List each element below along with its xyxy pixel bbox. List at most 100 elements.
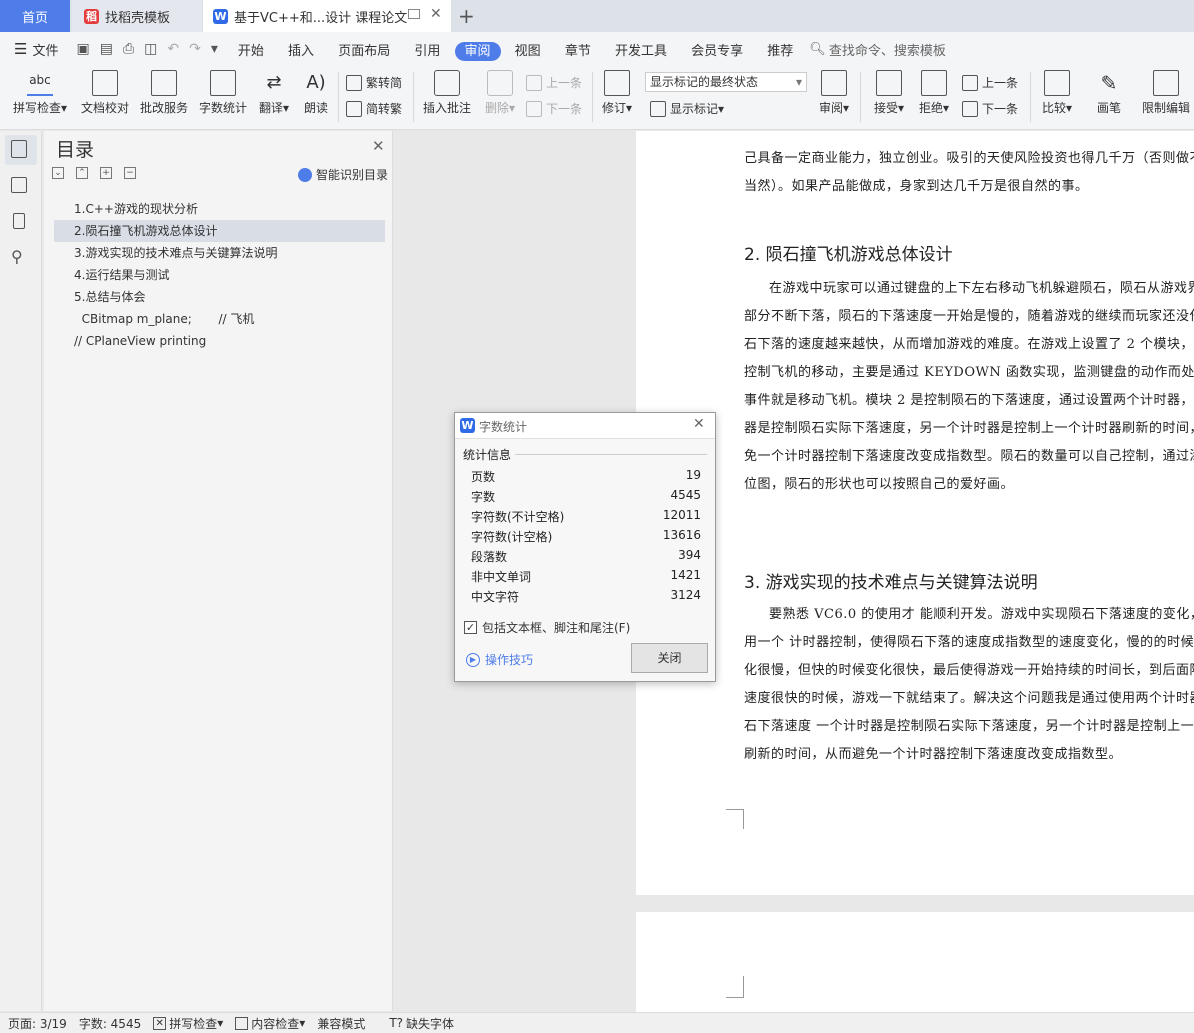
page-indicator[interactable]: 页面: 3/19 (8, 1015, 67, 1032)
menu-insert[interactable]: 插入 (278, 44, 324, 59)
review-pane-button[interactable]: 审阅▾ (815, 70, 853, 116)
delete-comment-button[interactable]: 删除▾ (480, 70, 520, 116)
bookmark-icon[interactable] (13, 213, 25, 229)
close-icon[interactable]: ✕ (693, 416, 705, 432)
body-text-line: 刷新的时间，从而避免一个计时器控制下落速度改变成指数型。 (744, 747, 1123, 762)
chevron-down-icon[interactable]: ▾ (211, 41, 218, 57)
read-aloud-button[interactable]: A) 朗读 (300, 70, 332, 116)
stats-section-label: 统计信息 (463, 448, 512, 462)
outline-item-selected[interactable]: 2.陨石撞飞机游戏总体设计 (54, 220, 385, 242)
menu-view[interactable]: 视图 (505, 44, 551, 59)
status-bar: 页面: 3/19 字数: 4545 ✕ 拼写检查 ▾ 内容检查 ▾ 兼容模式 T? … (0, 1012, 1194, 1033)
stat-row: 字数 4545 (471, 488, 701, 508)
previous-comment-button[interactable]: 上一条 (526, 74, 582, 91)
review-service-button[interactable]: 批改服务 (139, 70, 189, 116)
previous-change-button[interactable]: 上一条 (962, 74, 1018, 91)
search-icon[interactable]: ⚲ (11, 247, 23, 266)
outline-item[interactable]: 3.游戏实现的技术难点与关键算法说明 (54, 242, 385, 264)
next-comment-icon (526, 100, 542, 117)
menu-section[interactable]: 章节 (555, 44, 601, 59)
content-check-status[interactable]: 内容检查 ▾ (235, 1015, 305, 1032)
compare-label: 比较 (1041, 101, 1066, 115)
menu-references[interactable]: 引用 (404, 44, 450, 59)
wps-writer-icon: W (213, 8, 228, 24)
tab-home[interactable]: 首页 (0, 0, 70, 32)
stat-row: 非中文单词 1421 (471, 568, 701, 588)
heading-3: 3. 游戏实现的技术难点与关键算法说明 (744, 573, 1038, 593)
simp-to-trad-button[interactable]: 简转繁 (346, 100, 402, 117)
divider (860, 72, 861, 122)
word-count-status[interactable]: 字数: 4545 (79, 1015, 141, 1032)
reject-button[interactable]: 拒绝▾ (915, 70, 953, 116)
markup-state-select[interactable]: 显示标记的最终状态 ▾ (645, 72, 807, 92)
track-changes-button[interactable]: 修订▾ (598, 70, 636, 116)
expand-up-icon[interactable]: ⌃ (76, 167, 88, 179)
stat-row: 中文字符 3124 (471, 588, 701, 608)
save-icon[interactable]: ▣ (76, 41, 89, 57)
outline-panel: 目录 ✕ ⌄ ⌃ + − 智能识别目录 1.C++游戏的现状分析 2.陨石撞飞机… (44, 131, 393, 1011)
restore-icon[interactable] (408, 9, 420, 19)
collapse-all-icon[interactable]: ⌄ (52, 167, 64, 179)
close-tab-icon[interactable]: ✕ (430, 6, 442, 22)
chapter-nav-icon[interactable] (11, 177, 27, 193)
missing-font-status[interactable]: T? 缺失字体 (389, 1015, 454, 1032)
tab-document[interactable]: W 基于VC++和...设计 课程论文 ✕ (203, 0, 451, 32)
accept-button[interactable]: 接受▾ (870, 70, 908, 116)
spell-check-status[interactable]: ✕ 拼写检查 ▾ (153, 1015, 223, 1032)
export-icon[interactable]: ▤ (100, 41, 113, 57)
translate-icon: ⇄ (266, 72, 282, 93)
pen-button[interactable]: ✎ 画笔 (1092, 70, 1126, 116)
outline-icon[interactable] (11, 140, 27, 158)
menu-membership[interactable]: 会员专享 (681, 44, 753, 59)
tips-link[interactable]: ▶ 操作技巧 (466, 651, 533, 668)
outline-item[interactable]: 5.总结与体会 (54, 286, 385, 308)
smart-toc-button[interactable]: 智能识别目录 (298, 166, 388, 183)
close-icon[interactable]: ✕ (372, 137, 385, 155)
menu-page-layout[interactable]: 页面布局 (328, 44, 400, 59)
insert-comment-button[interactable]: 插入批注 (420, 70, 474, 116)
outline-item[interactable]: 1.C++游戏的现状分析 (54, 198, 385, 220)
close-button[interactable]: 关闭 (631, 643, 708, 673)
next-change-button[interactable]: 下一条 (962, 100, 1018, 117)
spell-check-button[interactable]: abc 拼写检查▾ (10, 70, 70, 116)
menu-recommend[interactable]: 推荐 (757, 44, 803, 59)
body-text-line: 控制飞机的移动，主要是通过 KEYDOWN 函数实现，监测键盘的动作而处理相 (744, 365, 1194, 380)
divider (413, 72, 414, 122)
menu-bar: ☰ 文件 ▣ ▤ ⎙ ◫ ↶ ↷ ▾ 开始 插入 页面布局 引用 审阅 视图 章… (0, 32, 1194, 66)
compat-mode-status: 兼容模式 (317, 1016, 366, 1031)
new-tab-icon[interactable]: + (458, 0, 475, 32)
menu-review[interactable]: 审阅 (454, 41, 501, 61)
outline-item[interactable]: CBitmap m_plane; // 飞机 (54, 308, 385, 330)
trad-to-simp-button[interactable]: 繁转简 (346, 74, 402, 91)
menu-file[interactable]: 文件 (27, 40, 68, 59)
compare-button[interactable]: 比较▾ (1038, 70, 1076, 116)
proofread-button[interactable]: 文档校对 (80, 70, 130, 116)
body-text-line: 己具备一定商业能力，独立创业。吸引的天使风险投资也得几千万（否则做不 (744, 151, 1194, 166)
show-markup-button[interactable]: 显示标记 ▾ (650, 100, 724, 117)
next-comment-button[interactable]: 下一条 (526, 100, 582, 117)
outline-item[interactable]: 4.运行结果与测试 (54, 264, 385, 286)
remove-level-icon[interactable]: − (124, 167, 136, 179)
menu-start[interactable]: 开始 (228, 44, 274, 59)
word-count-button[interactable]: 字数统计 (198, 70, 248, 116)
body-text-line: 用一个 计时器控制，使得陨石下落的速度成指数型的速度变化，慢的的时候， (744, 635, 1194, 650)
translate-button[interactable]: ⇄ 翻译▾ (256, 70, 292, 116)
restrict-editing-button[interactable]: 限制编辑 (1138, 70, 1194, 116)
document-page[interactable]: 己具备一定商业能力，独立创业。吸引的天使风险投资也得几千万（否则做不 当然）。如… (636, 131, 1194, 895)
include-notes-checkbox[interactable]: ✓ 包括文本框、脚注和尾注(F) (464, 619, 630, 636)
print-icon[interactable]: ⎙ (123, 41, 134, 57)
stat-value: 13616 (662, 528, 701, 542)
document-next-page[interactable] (636, 912, 1194, 1012)
previous-comment-label: 上一条 (546, 76, 583, 90)
add-level-icon[interactable]: + (100, 167, 112, 179)
tab-template-store[interactable]: 稻 找稻壳模板 (72, 0, 202, 32)
undo-icon[interactable]: ↶ (167, 41, 179, 57)
compare-icon (1044, 70, 1070, 96)
menu-developer[interactable]: 开发工具 (605, 44, 677, 59)
outline-item[interactable]: // CPlaneView printing (54, 330, 385, 352)
command-search[interactable]: 🔍︎ 查找命令、搜索模板 (809, 40, 946, 59)
tab-bar: 首页 稻 找稻壳模板 W 基于VC++和...设计 课程论文 ✕ + (0, 0, 1194, 32)
preview-icon[interactable]: ◫ (144, 41, 157, 57)
redo-icon[interactable]: ↷ (189, 41, 201, 57)
hamburger-icon[interactable]: ☰ (14, 40, 27, 58)
